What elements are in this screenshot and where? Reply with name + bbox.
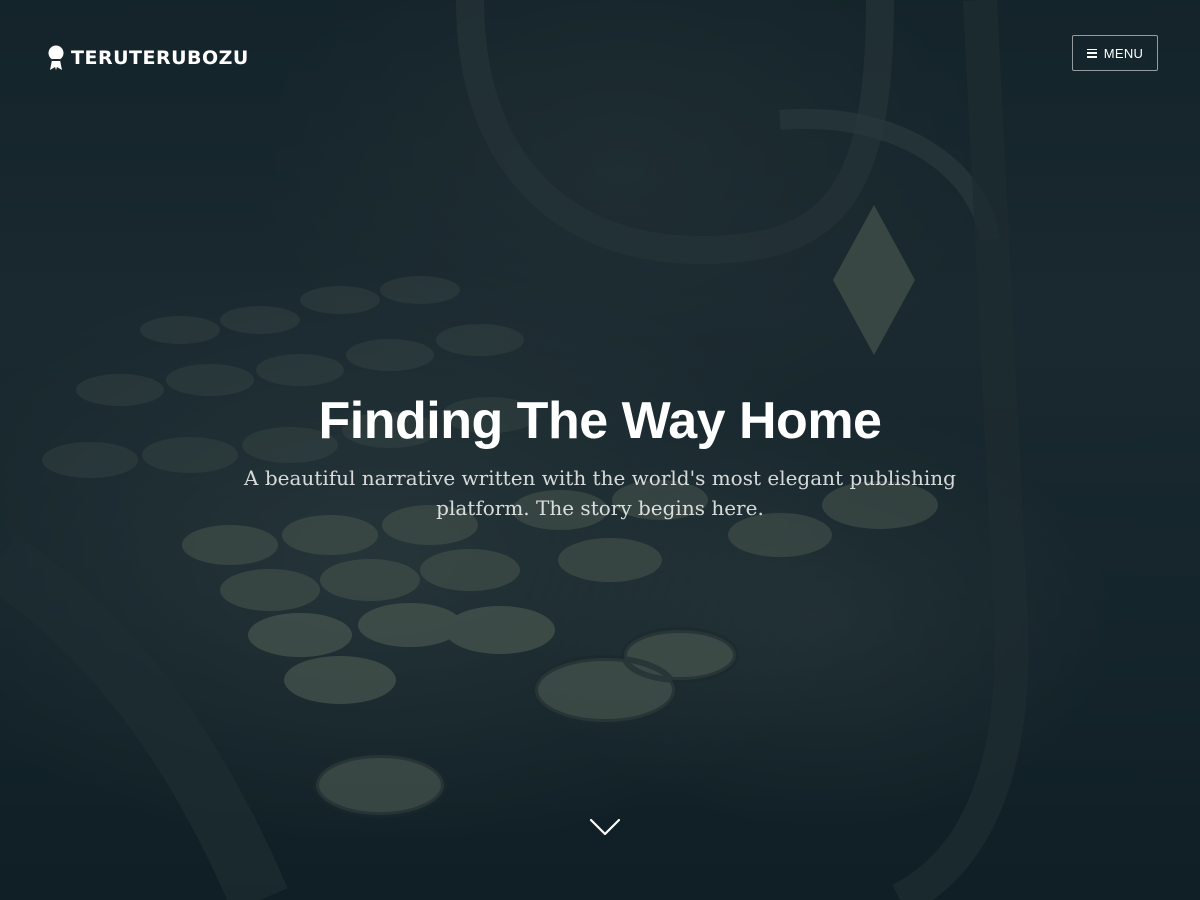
site-logo-text: TERUTERUBOZU (71, 47, 249, 69)
menu-button-label: MENU (1103, 45, 1144, 61)
hero-title: Finding The Way Home (318, 392, 882, 450)
hamburger-icon (1086, 48, 1097, 58)
hero-section: TERUTERUBOZU MENU Finding The Way Home A… (0, 0, 1200, 900)
site-header: TERUTERUBOZU MENU (0, 0, 1200, 110)
hero-description: A beautiful narrative written with the w… (244, 466, 956, 520)
site-logo[interactable]: TERUTERUBOZU (47, 44, 249, 72)
menu-button[interactable]: MENU (1072, 35, 1158, 71)
hero-content: Finding The Way Home A beautiful narrati… (200, 385, 1000, 523)
teru-teru-bozu-icon (48, 45, 64, 70)
chevron-down-icon[interactable] (588, 814, 622, 838)
